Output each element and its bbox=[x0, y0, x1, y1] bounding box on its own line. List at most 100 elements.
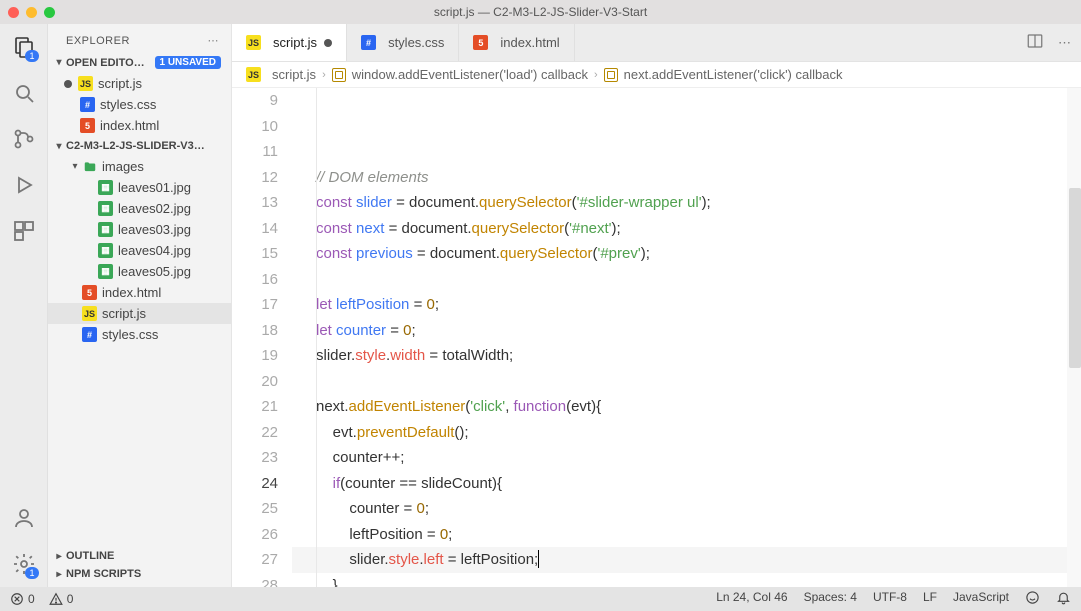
code-line[interactable]: const next = document.querySelector('#ne… bbox=[292, 216, 1067, 242]
npm-scripts-section[interactable]: ▸ NPM SCRIPTS bbox=[48, 565, 231, 583]
css-file-icon: # bbox=[80, 97, 95, 112]
folder-images[interactable]: ▾ images bbox=[48, 156, 231, 177]
scroll-thumb[interactable] bbox=[1069, 188, 1081, 368]
open-editor-item[interactable]: JSscript.js bbox=[48, 73, 231, 94]
project-file-item[interactable]: #styles.css bbox=[48, 324, 231, 345]
html-file-icon: 5 bbox=[82, 285, 97, 300]
js-file-icon: JS bbox=[246, 35, 261, 50]
code-line[interactable]: evt.preventDefault(); bbox=[292, 420, 1067, 446]
notifications-icon[interactable] bbox=[1056, 590, 1071, 608]
image-file-item[interactable]: ▦ leaves03.jpg bbox=[48, 219, 231, 240]
status-cursor[interactable]: Ln 24, Col 46 bbox=[716, 590, 787, 608]
code-line[interactable] bbox=[292, 267, 1067, 293]
code-line[interactable]: slider.style.width = totalWidth; bbox=[292, 343, 1067, 369]
code-line[interactable]: if(counter == slideCount){ bbox=[292, 471, 1067, 497]
line-number: 28 bbox=[232, 573, 278, 588]
scrollbar[interactable] bbox=[1067, 88, 1081, 587]
line-number: 12 bbox=[232, 165, 278, 191]
sidebar-menu-button[interactable]: ⋯ bbox=[208, 34, 220, 47]
project-label: C2-M3-L2-JS-SLIDER-V3… bbox=[66, 140, 205, 152]
img-file-icon: ▦ bbox=[98, 243, 113, 258]
code-line[interactable]: slider.style.left = leftPosition; bbox=[292, 547, 1067, 573]
code-editor[interactable]: 910111213141516171819202122232425262728 … bbox=[232, 88, 1081, 587]
dirty-indicator bbox=[64, 80, 72, 88]
source-control-icon[interactable] bbox=[11, 126, 37, 152]
file-label: leaves03.jpg bbox=[118, 222, 191, 237]
status-spaces[interactable]: Spaces: 4 bbox=[804, 590, 857, 608]
image-file-item[interactable]: ▦ leaves02.jpg bbox=[48, 198, 231, 219]
code-line[interactable]: } bbox=[292, 573, 1067, 588]
status-problems[interactable]: 0 bbox=[10, 592, 35, 606]
css-file-icon: # bbox=[82, 327, 97, 342]
editor-tab[interactable]: JS script.js bbox=[232, 24, 347, 61]
file-label: script.js bbox=[102, 306, 146, 321]
code-line[interactable]: // DOM elements bbox=[292, 165, 1067, 191]
line-number: 24 bbox=[232, 471, 278, 497]
breadcrumb-cb1[interactable]: window.addEventListener('load') callback bbox=[352, 67, 588, 82]
run-debug-icon[interactable] bbox=[11, 172, 37, 198]
code-line[interactable]: counter = 0; bbox=[292, 496, 1067, 522]
line-number: 13 bbox=[232, 190, 278, 216]
chevron-down-icon: ▾ bbox=[54, 141, 64, 152]
image-file-item[interactable]: ▦leaves04.jpg bbox=[48, 240, 231, 261]
line-number: 26 bbox=[232, 522, 278, 548]
status-encoding[interactable]: UTF-8 bbox=[873, 590, 907, 608]
breadcrumb-file[interactable]: script.js bbox=[272, 67, 316, 82]
file-label: leaves05.jpg bbox=[118, 264, 191, 279]
status-warnings[interactable]: 0 bbox=[49, 592, 74, 606]
npm-label: NPM SCRIPTS bbox=[66, 568, 141, 580]
open-editor-item[interactable]: #styles.css bbox=[48, 94, 231, 115]
code-line[interactable]: let leftPosition = 0; bbox=[292, 292, 1067, 318]
line-number: 10 bbox=[232, 114, 278, 140]
split-editor-icon[interactable] bbox=[1026, 32, 1044, 53]
outline-section[interactable]: ▸ OUTLINE bbox=[48, 547, 231, 565]
line-number: 27 bbox=[232, 547, 278, 573]
editor-tab[interactable]: 5 index.html bbox=[459, 24, 574, 61]
feedback-icon[interactable] bbox=[1025, 590, 1040, 608]
open-editors-section[interactable]: ▾ OPEN EDITO… 1 UNSAVED bbox=[48, 53, 231, 72]
explorer-icon[interactable]: 1 bbox=[11, 34, 37, 60]
image-file-item[interactable]: ▦leaves01.jpg bbox=[48, 177, 231, 198]
chevron-right-icon: ▸ bbox=[54, 569, 64, 580]
search-icon[interactable] bbox=[11, 80, 37, 106]
editor-group: JS script.js # styles.css 5 index.html ⋯… bbox=[232, 24, 1081, 587]
chevron-down-icon: ▾ bbox=[70, 161, 80, 172]
img-file-icon: ▦ bbox=[98, 264, 113, 279]
close-window-button[interactable] bbox=[8, 7, 19, 18]
img-file-icon: ▦ bbox=[98, 201, 113, 216]
more-actions-icon[interactable]: ⋯ bbox=[1058, 35, 1071, 51]
breadcrumb[interactable]: JS script.js › window.addEventListener('… bbox=[232, 62, 1081, 88]
code-line[interactable] bbox=[292, 369, 1067, 395]
sidebar-title: EXPLORER bbox=[66, 35, 130, 47]
status-eol[interactable]: LF bbox=[923, 590, 937, 608]
line-number: 17 bbox=[232, 292, 278, 318]
minimize-window-button[interactable] bbox=[26, 7, 37, 18]
extensions-icon[interactable] bbox=[11, 218, 37, 244]
breadcrumb-cb2[interactable]: next.addEventListener('click') callback bbox=[624, 67, 843, 82]
unsaved-badge: 1 UNSAVED bbox=[155, 56, 222, 69]
outline-label: OUTLINE bbox=[66, 550, 114, 562]
open-editor-item[interactable]: 5index.html bbox=[48, 115, 231, 136]
project-file-item[interactable]: JSscript.js bbox=[48, 303, 231, 324]
editor-tabs: JS script.js # styles.css 5 index.html ⋯ bbox=[232, 24, 1081, 62]
html-file-icon: 5 bbox=[80, 118, 95, 133]
activity-bar: 1 1 bbox=[0, 24, 48, 587]
line-number: 20 bbox=[232, 369, 278, 395]
code-line[interactable]: let counter = 0; bbox=[292, 318, 1067, 344]
editor-tab[interactable]: # styles.css bbox=[347, 24, 459, 61]
settings-icon[interactable]: 1 bbox=[11, 551, 37, 577]
status-language[interactable]: JavaScript bbox=[953, 590, 1009, 608]
line-number: 9 bbox=[232, 88, 278, 114]
code-line[interactable]: const slider = document.querySelector('#… bbox=[292, 190, 1067, 216]
code-line[interactable]: counter++; bbox=[292, 445, 1067, 471]
code-line[interactable]: next.addEventListener('click', function(… bbox=[292, 394, 1067, 420]
file-label: leaves02.jpg bbox=[118, 201, 191, 216]
img-file-icon: ▦ bbox=[98, 222, 113, 237]
project-section[interactable]: ▾ C2-M3-L2-JS-SLIDER-V3… bbox=[48, 137, 231, 155]
account-icon[interactable] bbox=[11, 505, 37, 531]
project-file-item[interactable]: 5index.html bbox=[48, 282, 231, 303]
image-file-item[interactable]: ▦ leaves05.jpg bbox=[48, 261, 231, 282]
code-line[interactable]: const previous = document.querySelector(… bbox=[292, 241, 1067, 267]
code-line[interactable]: leftPosition = 0; bbox=[292, 522, 1067, 548]
maximize-window-button[interactable] bbox=[44, 7, 55, 18]
